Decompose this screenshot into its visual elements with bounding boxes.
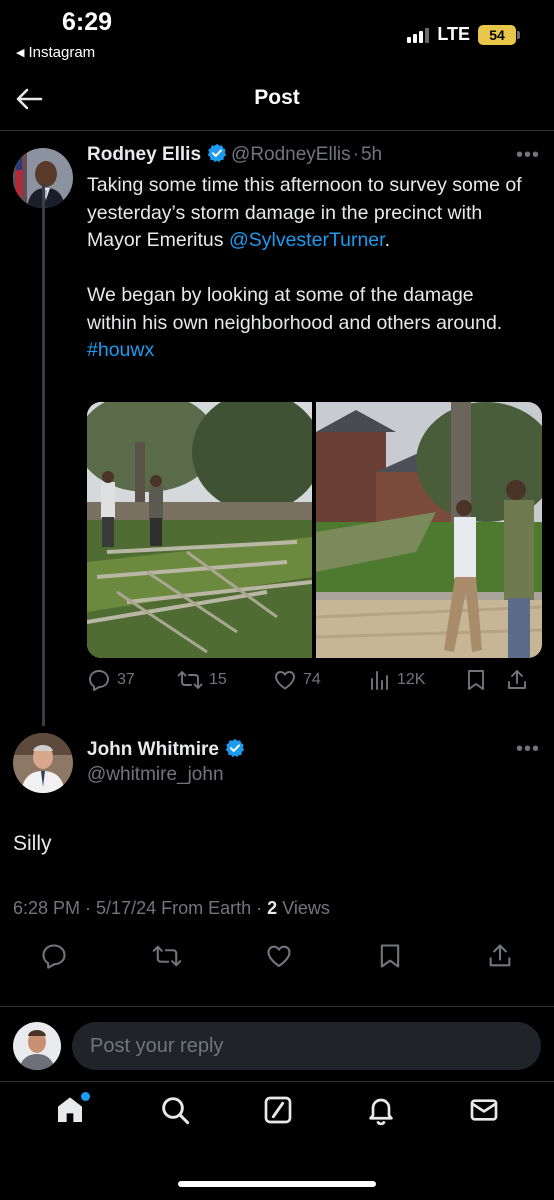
reply-header: John Whitmire (87, 738, 249, 761)
back-triangle-icon: ◀ (16, 47, 25, 59)
header-divider (0, 130, 554, 131)
post-actions: 37 15 74 12K (87, 668, 542, 692)
back-to-app[interactable]: ◀ Instagram (16, 44, 95, 61)
verified-badge-icon (207, 143, 227, 163)
heart-icon (275, 671, 295, 690)
reply-time: 6:28 PM (13, 898, 81, 918)
bookmark-icon[interactable] (377, 942, 403, 970)
more-options-icon[interactable]: ••• (516, 144, 540, 167)
battery-level: 54 (489, 26, 505, 43)
avatar-john-whitmire[interactable] (13, 733, 73, 793)
hashtag-link[interactable]: #houwx (87, 339, 154, 361)
notifications-icon[interactable] (365, 1094, 397, 1126)
repost-icon[interactable] (152, 942, 182, 970)
reply-icon[interactable] (40, 942, 68, 970)
bottom-tab-bar (0, 1092, 554, 1128)
views-button[interactable]: 12K (369, 669, 465, 691)
tab-home[interactable] (54, 1092, 90, 1128)
network-type: LTE (437, 24, 470, 44)
post-header: Rodney Ellis @RodneyEllis · 5h (87, 143, 527, 166)
repost-button[interactable]: 15 (177, 668, 273, 692)
post-text-2: We began by looking at some of the damag… (87, 284, 503, 334)
reply-date: 5/17/24 (96, 898, 157, 918)
post-text: Taking some time this afternoon to surve… (87, 172, 527, 365)
compose-divider (0, 1006, 554, 1007)
notification-dot (80, 1092, 90, 1101)
messages-icon[interactable] (468, 1094, 500, 1126)
bookmark-icon[interactable] (465, 668, 487, 692)
reply-meta: 6:28 PM · 5/17/24 From Earth · 2 Views (13, 898, 330, 918)
tabbar-divider (0, 1081, 554, 1082)
post-paragraph-2: We began by looking at some of the damag… (87, 282, 527, 365)
reply-source: From Earth (161, 898, 252, 918)
share-icon[interactable] (505, 668, 529, 692)
battery-icon: 54 (478, 24, 520, 45)
status-indicators: LTE 54 (407, 24, 520, 45)
thread-line (42, 184, 45, 726)
like-count: 74 (303, 671, 321, 688)
search-icon[interactable] (159, 1094, 191, 1126)
media-photo-2[interactable] (316, 402, 542, 658)
reply-placeholder: Post your reply (90, 1034, 224, 1057)
reply-icon (89, 670, 109, 691)
grok-icon[interactable] (262, 1094, 294, 1126)
signal-icon (407, 27, 430, 43)
reply-more-options-icon[interactable]: ••• (516, 738, 540, 761)
post-time[interactable]: 5h (361, 144, 382, 165)
separator-dot: · (352, 144, 359, 165)
reply-views-label: Views (282, 898, 330, 918)
reply-button[interactable]: 37 (87, 668, 177, 692)
reply-text: Silly (13, 832, 52, 855)
reply-count: 37 (117, 671, 135, 688)
views-count: 12K (397, 671, 426, 688)
verified-badge-icon (225, 738, 245, 758)
current-user-avatar[interactable] (13, 1022, 61, 1070)
repost-icon (177, 671, 203, 689)
post-media[interactable] (87, 402, 542, 658)
back-app-label: Instagram (28, 44, 96, 61)
like-button[interactable]: 74 (273, 668, 369, 692)
reply-actions (40, 942, 514, 970)
reply-views-count: 2 (267, 898, 278, 918)
author-handle[interactable]: @RodneyEllis (231, 144, 351, 165)
home-indicator (178, 1181, 376, 1187)
status-time: 6:29 (62, 8, 113, 36)
repost-count: 15 (209, 671, 227, 688)
author-name[interactable]: Rodney Ellis (87, 144, 201, 165)
reply-author-handle[interactable]: @whitmire_john (87, 764, 224, 786)
media-photo-1[interactable] (87, 402, 312, 658)
views-chart-icon (371, 671, 388, 690)
post-paragraph-1: Taking some time this afternoon to surve… (87, 172, 527, 255)
reply-author-name[interactable]: John Whitmire (87, 739, 219, 760)
page-title: Post (254, 86, 300, 109)
reply-input[interactable]: Post your reply (72, 1022, 541, 1070)
mention-link[interactable]: @SylvesterTurner (229, 229, 385, 251)
post-text-1-end: . (384, 229, 390, 251)
share-icon[interactable] (486, 942, 514, 970)
heart-icon[interactable] (265, 942, 293, 970)
